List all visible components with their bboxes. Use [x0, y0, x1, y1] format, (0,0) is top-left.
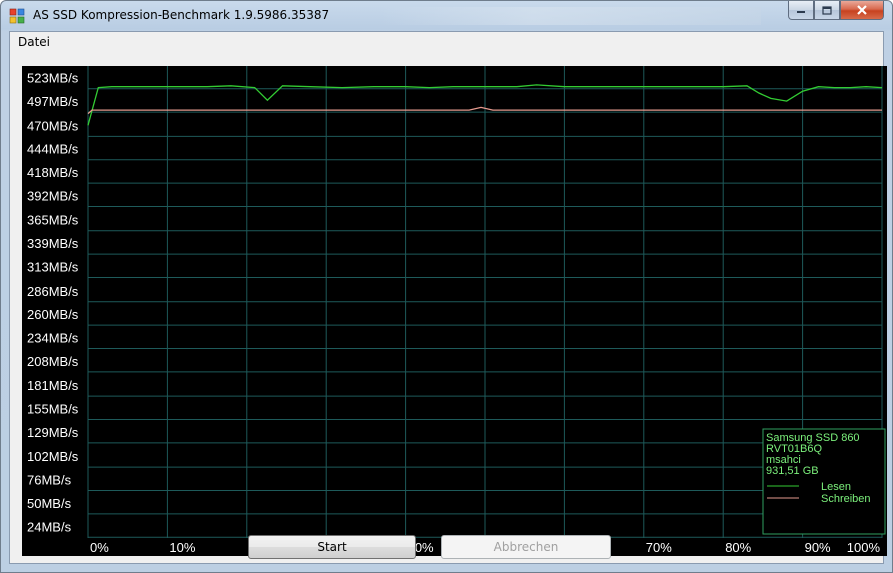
benchmark-chart: 523MB/s 497MB/s 470MB/s 444MB/s 418MB/s 392MB…	[22, 66, 887, 556]
y-tick-label: 497MB/s	[27, 94, 79, 109]
y-tick-label: 50MB/s	[27, 496, 72, 511]
y-tick-label: 76MB/s	[27, 473, 72, 488]
close-icon	[857, 5, 867, 15]
x-tick-label: 0%	[90, 540, 109, 555]
client-area: Datei 523MB/s 497MB/s 470MB/s 444MB/s 418MB/…	[9, 31, 887, 564]
chart-background	[22, 66, 887, 556]
y-tick-label: 365MB/s	[27, 213, 79, 228]
y-tick-label: 234MB/s	[27, 331, 79, 346]
x-tick-label: 100%	[847, 540, 881, 555]
y-tick-label: 129MB/s	[27, 425, 79, 440]
maximize-icon	[822, 5, 832, 15]
y-tick-label: 208MB/s	[27, 354, 79, 369]
y-tick-label: 444MB/s	[27, 142, 79, 157]
info-line: 931,51 GB	[766, 465, 819, 477]
y-tick-label: 102MB/s	[27, 449, 79, 464]
y-tick-label: 155MB/s	[27, 402, 79, 417]
x-tick-label: 80%	[725, 540, 751, 555]
y-tick-label: 470MB/s	[27, 118, 79, 133]
minimize-button[interactable]	[788, 1, 814, 20]
legend-label: Schreiben	[821, 493, 871, 505]
x-tick-label: 90%	[805, 540, 831, 555]
start-button[interactable]: Start	[248, 535, 416, 559]
menu-datei[interactable]: Datei	[18, 35, 50, 49]
y-tick-label: 181MB/s	[27, 378, 79, 393]
y-tick-label: 313MB/s	[27, 259, 79, 274]
y-tick-label: 286MB/s	[27, 284, 79, 299]
x-tick-label: 70%	[646, 540, 672, 555]
y-tick-label: 418MB/s	[27, 165, 79, 180]
caption-buttons	[788, 1, 884, 21]
y-tick-label: 339MB/s	[27, 236, 79, 251]
y-tick-label: 260MB/s	[27, 307, 79, 322]
maximize-button[interactable]	[814, 1, 840, 20]
app-icon	[9, 8, 25, 24]
y-tick-label: 24MB/s	[27, 519, 72, 534]
minimize-icon	[797, 11, 805, 13]
close-button[interactable]	[840, 1, 884, 20]
legend-label: Lesen	[821, 481, 851, 493]
main-window: AS SSD Kompression-Benchmark 1.9.5986.35…	[0, 0, 893, 573]
window-title: AS SSD Kompression-Benchmark 1.9.5986.35…	[33, 8, 330, 22]
title-bar[interactable]: AS SSD Kompression-Benchmark 1.9.5986.35…	[1, 1, 892, 31]
y-tick-label: 392MB/s	[27, 188, 79, 203]
background-blur	[381, 7, 761, 25]
menu-bar: Datei	[10, 32, 883, 52]
abort-button[interactable]: Abbrechen	[441, 535, 611, 559]
y-tick-label: 523MB/s	[27, 71, 79, 86]
x-tick-label: 10%	[169, 540, 195, 555]
